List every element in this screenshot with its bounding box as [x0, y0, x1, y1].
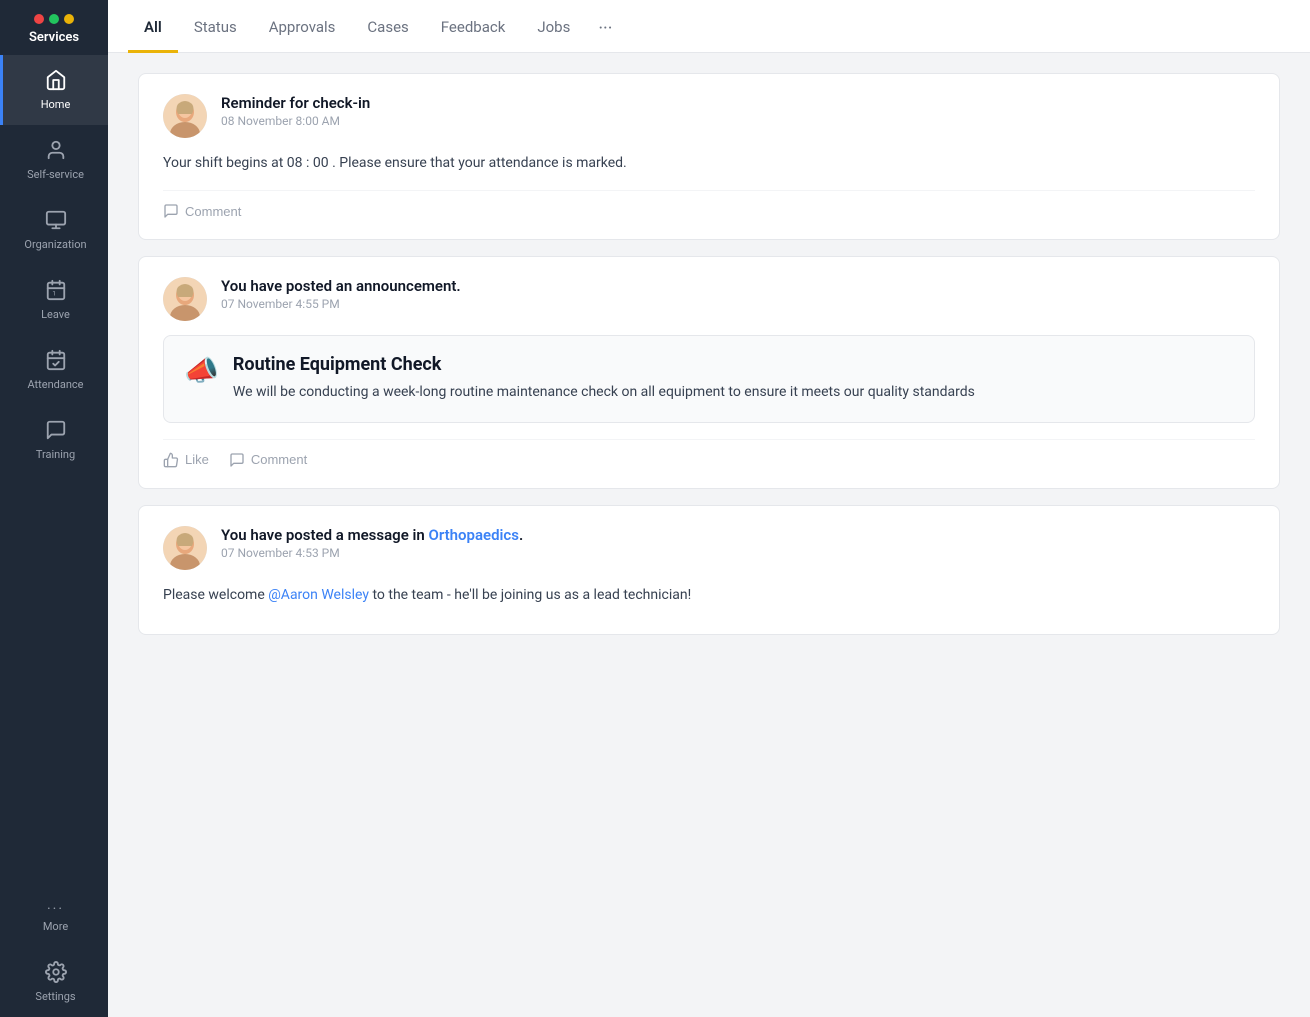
- post-checkin: Reminder for check-in 08 November 8:00 A…: [138, 73, 1280, 240]
- sidebar: Services Home Self-service Organization …: [0, 0, 108, 1017]
- post-checkin-meta: Reminder for check-in 08 November 8:00 A…: [221, 94, 370, 128]
- self-service-icon: [45, 139, 67, 164]
- post-announcement-time: 07 November 4:55 PM: [221, 297, 461, 311]
- post-body-prefix: Please welcome: [163, 587, 268, 603]
- post-orthopaedics-time: 07 November 4:53 PM: [221, 546, 523, 560]
- sidebar-item-training[interactable]: Training: [0, 405, 108, 475]
- tab-cases[interactable]: Cases: [351, 0, 424, 53]
- avatar-checkin: [163, 94, 207, 138]
- attendance-icon: [45, 349, 67, 374]
- tab-all[interactable]: All: [128, 0, 178, 53]
- post-orthopaedics-meta: You have posted a message in Orthopaedic…: [221, 526, 523, 560]
- avatar-announcement: [163, 277, 207, 321]
- sidebar-label-more: More: [43, 920, 68, 933]
- comment-icon-2: [229, 452, 245, 468]
- sidebar-item-self-service[interactable]: Self-service: [0, 125, 108, 195]
- post-checkin-time: 08 November 8:00 AM: [221, 114, 370, 128]
- post-announcement-actions: Like Comment: [163, 439, 1255, 468]
- tab-jobs[interactable]: Jobs: [521, 0, 586, 53]
- like-label-announcement: Like: [185, 452, 209, 467]
- sidebar-item-leave[interactable]: 1 Leave: [0, 265, 108, 335]
- dot-red: [34, 14, 44, 24]
- training-icon: [45, 419, 67, 444]
- post-announcement-title: You have posted an announcement.: [221, 277, 461, 295]
- brand: Services: [0, 0, 108, 55]
- post-body-suffix: to the team - he'll be joining us as a l…: [369, 587, 691, 603]
- comment-button-checkin[interactable]: Comment: [163, 203, 241, 219]
- post-orthopaedics-title: You have posted a message in Orthopaedic…: [221, 526, 523, 544]
- tabs-bar: All Status Approvals Cases Feedback Jobs…: [108, 0, 1310, 53]
- post-checkin-header: Reminder for check-in 08 November 8:00 A…: [163, 94, 1255, 138]
- megaphone-icon: 📣: [184, 354, 219, 387]
- dot-green: [49, 14, 59, 24]
- home-icon: [45, 69, 67, 94]
- tab-approvals[interactable]: Approvals: [253, 0, 352, 53]
- more-icon: ···: [47, 902, 64, 916]
- like-icon: [163, 452, 179, 468]
- post-orthopaedics-body: Please welcome @Aaron Welsley to the tea…: [163, 584, 1255, 606]
- announcement-body: We will be conducting a week-long routin…: [233, 381, 975, 403]
- sidebar-item-home[interactable]: Home: [0, 55, 108, 125]
- post-orthopaedics-title-prefix: You have posted a message in: [221, 526, 425, 544]
- sidebar-item-settings[interactable]: Settings: [0, 947, 108, 1017]
- post-announcement-header: You have posted an announcement. 07 Nove…: [163, 277, 1255, 321]
- sidebar-label-organization: Organization: [24, 238, 86, 251]
- announcement-content: Routine Equipment Check We will be condu…: [233, 354, 975, 403]
- leave-icon: 1: [45, 279, 67, 304]
- sidebar-label-settings: Settings: [35, 990, 75, 1003]
- post-announcement-meta: You have posted an announcement. 07 Nove…: [221, 277, 461, 311]
- tab-feedback[interactable]: Feedback: [425, 0, 522, 53]
- orthopaedics-channel-link[interactable]: Orthopaedics: [429, 526, 519, 544]
- post-checkin-body: Your shift begins at 08 : 00 . Please en…: [163, 152, 1255, 174]
- tab-status[interactable]: Status: [178, 0, 253, 53]
- aaron-welsley-link[interactable]: @Aaron Welsley: [268, 587, 369, 603]
- sidebar-label-attendance: Attendance: [27, 378, 83, 391]
- like-button-announcement[interactable]: Like: [163, 452, 209, 468]
- svg-text:1: 1: [52, 290, 56, 298]
- announcement-box: 📣 Routine Equipment Check We will be con…: [163, 335, 1255, 422]
- avatar-orthopaedics: [163, 526, 207, 570]
- post-checkin-title: Reminder for check-in: [221, 94, 370, 112]
- sidebar-item-organization[interactable]: Organization: [0, 195, 108, 265]
- post-orthopaedics: You have posted a message in Orthopaedic…: [138, 505, 1280, 635]
- comment-icon: [163, 203, 179, 219]
- settings-icon: [45, 961, 67, 986]
- sidebar-label-self-service: Self-service: [27, 168, 84, 181]
- comment-label-checkin: Comment: [185, 204, 241, 219]
- post-announcement: You have posted an announcement. 07 Nove…: [138, 256, 1280, 488]
- sidebar-label-home: Home: [41, 98, 71, 111]
- sidebar-item-more[interactable]: ··· More: [0, 888, 108, 947]
- sidebar-label-training: Training: [36, 448, 75, 461]
- post-orthopaedics-header: You have posted a message in Orthopaedic…: [163, 526, 1255, 570]
- dot-yellow: [64, 14, 74, 24]
- main-content: All Status Approvals Cases Feedback Jobs…: [108, 0, 1310, 1017]
- sidebar-label-leave: Leave: [41, 308, 70, 321]
- brand-dots: [34, 14, 74, 24]
- sidebar-item-attendance[interactable]: Attendance: [0, 335, 108, 405]
- tab-more-button[interactable]: ···: [586, 0, 624, 53]
- announcement-title: Routine Equipment Check: [233, 354, 975, 375]
- feed: Reminder for check-in 08 November 8:00 A…: [108, 53, 1310, 1017]
- brand-label: Services: [29, 30, 79, 45]
- comment-label-announcement: Comment: [251, 452, 307, 467]
- post-checkin-actions: Comment: [163, 190, 1255, 219]
- comment-button-announcement[interactable]: Comment: [229, 452, 307, 468]
- organization-icon: [45, 209, 67, 234]
